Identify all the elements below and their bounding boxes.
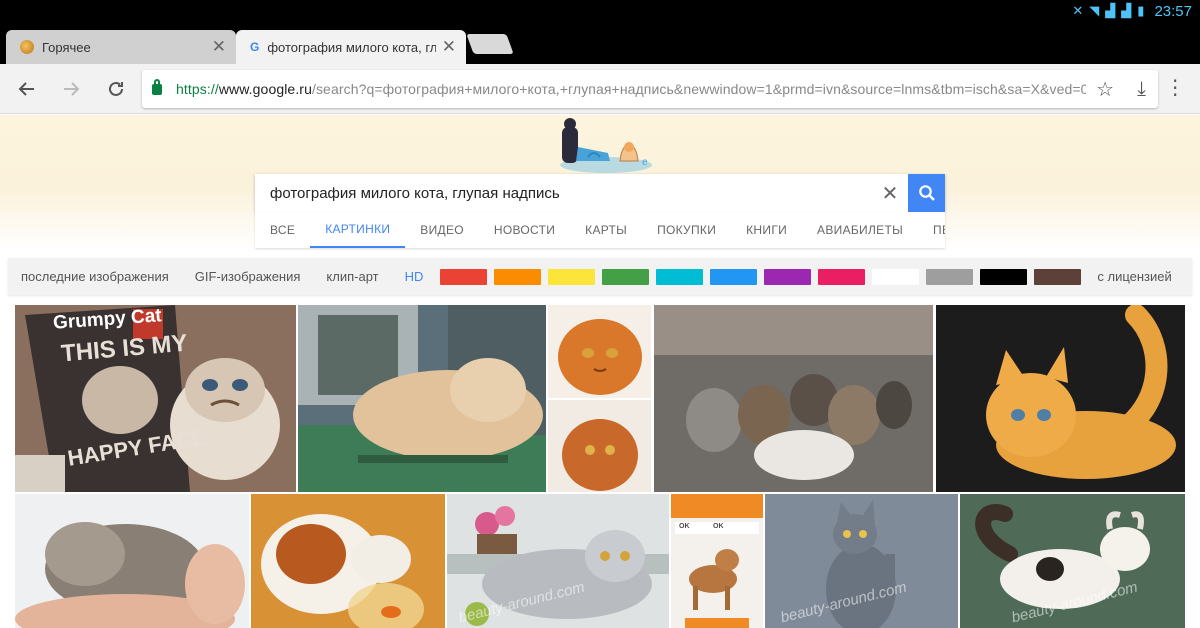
filter-license[interactable]: с лицензией bbox=[1084, 269, 1184, 284]
color-swatch-yellow[interactable] bbox=[547, 268, 595, 285]
tab-images[interactable]: КАРТИНКИ bbox=[310, 212, 406, 248]
browser-tab-hot[interactable]: Горячее ✕ bbox=[6, 30, 236, 64]
image-result-persian-top[interactable] bbox=[548, 305, 651, 398]
image-result-kitten-hands[interactable] bbox=[15, 494, 249, 628]
color-swatch-teal[interactable] bbox=[655, 268, 703, 285]
search-icon bbox=[918, 185, 935, 201]
bookmark-star-icon[interactable]: ☆ bbox=[1096, 77, 1114, 101]
image-result-cat-fishbowl[interactable] bbox=[251, 494, 445, 628]
wifi-icon: ◥ bbox=[1089, 4, 1100, 19]
tab-strip: Горячее ✕ G фотография милого кота, глу … bbox=[0, 26, 1200, 64]
image-result-white-curl-cat[interactable]: beauty-around.com bbox=[960, 494, 1185, 628]
image-result-orange-kitten[interactable] bbox=[936, 305, 1185, 492]
color-swatch-gray[interactable] bbox=[925, 268, 973, 285]
google-doodle-icon[interactable]: e bbox=[548, 117, 652, 175]
download-icon[interactable]: ⤓ bbox=[1137, 76, 1146, 100]
tab-flights[interactable]: АВИАБИЛЕТЫ bbox=[802, 212, 918, 248]
menu-icon[interactable]: · · · bbox=[1172, 71, 1178, 105]
url-scheme: https:// bbox=[176, 81, 219, 97]
tab-title: фотография милого кота, глу bbox=[267, 39, 436, 55]
filter-gif[interactable]: GIF-изображения bbox=[182, 269, 314, 284]
close-tab-icon[interactable]: ✕ bbox=[442, 37, 456, 57]
google-header: e фотография милого кота, глупая надпись… bbox=[0, 115, 1200, 250]
image-result-app-screenshot[interactable]: OK OK bbox=[671, 494, 763, 628]
image-result-cat-group[interactable] bbox=[654, 305, 933, 492]
battery-icon: ▮ bbox=[1137, 4, 1145, 19]
arrow-right-icon bbox=[64, 82, 80, 96]
forward-button[interactable] bbox=[58, 76, 84, 102]
persian-cat-image bbox=[548, 305, 651, 398]
color-swatch-red[interactable] bbox=[439, 268, 487, 285]
signal-icon-2: ▟ bbox=[1121, 4, 1132, 19]
kitten-hands-image bbox=[15, 494, 249, 628]
url-host: www.google.ru bbox=[218, 81, 312, 97]
clear-icon[interactable]: ✕ bbox=[872, 181, 908, 205]
color-swatch-pink[interactable] bbox=[817, 268, 865, 285]
image-result-window-cat[interactable] bbox=[298, 305, 546, 492]
cat-fishbowl-image bbox=[251, 494, 445, 628]
search-tabs: ВСЕ КАРТИНКИ ВИДЕО НОВОСТИ КАРТЫ ПОКУПКИ… bbox=[255, 212, 945, 248]
reload-icon bbox=[109, 81, 123, 96]
new-tab-button[interactable] bbox=[466, 34, 514, 54]
status-time: 23:57 bbox=[1154, 3, 1192, 20]
search-box[interactable]: фотография милого кота, глупая надпись ✕ bbox=[255, 174, 945, 212]
url-path: /search?q=фотография+милого+кота,+глупая… bbox=[311, 81, 1086, 97]
color-swatch-white[interactable] bbox=[871, 268, 919, 285]
tab-title: Горячее bbox=[42, 39, 91, 55]
tab-news[interactable]: НОВОСТИ bbox=[479, 212, 570, 248]
color-swatch-purple[interactable] bbox=[763, 268, 811, 285]
browser-tab-google[interactable]: G фотография милого кота, глу ✕ bbox=[236, 30, 466, 64]
search-button[interactable] bbox=[908, 174, 945, 212]
window-cat-image bbox=[298, 305, 546, 492]
back-button[interactable] bbox=[14, 76, 40, 102]
hot-favicon-icon bbox=[20, 40, 34, 54]
filter-hd[interactable]: HD bbox=[392, 269, 437, 284]
cat-group-image bbox=[654, 305, 933, 492]
image-result-grumpy-cat[interactable]: Grumpy Cat THIS IS MY HAPPY FACE bbox=[15, 305, 296, 492]
close-tab-icon[interactable]: ✕ bbox=[212, 37, 226, 57]
color-swatch-orange[interactable] bbox=[493, 268, 541, 285]
status-icons: ✕ ◥ ▟ ▟ ▮ 23:57 bbox=[1072, 3, 1192, 20]
orange-kitten-image bbox=[936, 305, 1185, 492]
tab-video[interactable]: ВИДЕО bbox=[405, 212, 479, 248]
filter-recent[interactable]: последние изображения bbox=[8, 269, 182, 284]
tab-all[interactable]: ВСЕ bbox=[255, 212, 310, 248]
google-favicon-icon: G bbox=[250, 40, 260, 54]
app-ok-label: OK bbox=[679, 523, 690, 530]
address-bar[interactable]: https://www.google.ru/search?q=фотографи… bbox=[142, 70, 1158, 108]
tab-shopping[interactable]: ПОКУПКИ bbox=[642, 212, 731, 248]
tab-personal[interactable]: ПЕРСОНАЛЬ bbox=[918, 212, 945, 248]
filter-clipart[interactable]: клип-арт bbox=[313, 269, 391, 284]
color-swatch-black[interactable] bbox=[979, 268, 1027, 285]
reload-button[interactable] bbox=[103, 76, 129, 102]
url-text[interactable]: https://www.google.ru/search?q=фотографи… bbox=[176, 81, 1086, 97]
status-bar: ✕ ◥ ▟ ▟ ▮ 23:57 bbox=[0, 0, 1200, 26]
color-swatch-blue[interactable] bbox=[709, 268, 757, 285]
browser-toolbar: https://www.google.ru/search?q=фотографи… bbox=[0, 64, 1200, 114]
arrow-left-icon bbox=[18, 82, 34, 96]
app-screenshot-image bbox=[671, 494, 763, 628]
svg-text:e: e bbox=[642, 157, 648, 168]
signal-icon: ▟ bbox=[1105, 4, 1116, 19]
app-ok-label-2: OK bbox=[713, 523, 724, 530]
mute-icon: ✕ bbox=[1072, 4, 1084, 19]
tab-books[interactable]: КНИГИ bbox=[731, 212, 802, 248]
tab-maps[interactable]: КАРТЫ bbox=[570, 212, 642, 248]
search-input[interactable]: фотография милого кота, глупая надпись bbox=[255, 185, 872, 202]
color-swatch-brown[interactable] bbox=[1033, 268, 1081, 285]
lock-icon bbox=[152, 78, 162, 95]
image-result-persian-bottom[interactable] bbox=[548, 400, 651, 492]
persian-cat-image bbox=[548, 400, 651, 492]
image-result-british-cat[interactable]: beauty-around.com bbox=[447, 494, 669, 628]
image-result-gray-cat[interactable]: beauty-around.com bbox=[765, 494, 958, 628]
image-filter-bar: последние изображения GIF-изображения кл… bbox=[8, 258, 1192, 295]
color-swatch-green[interactable] bbox=[601, 268, 649, 285]
